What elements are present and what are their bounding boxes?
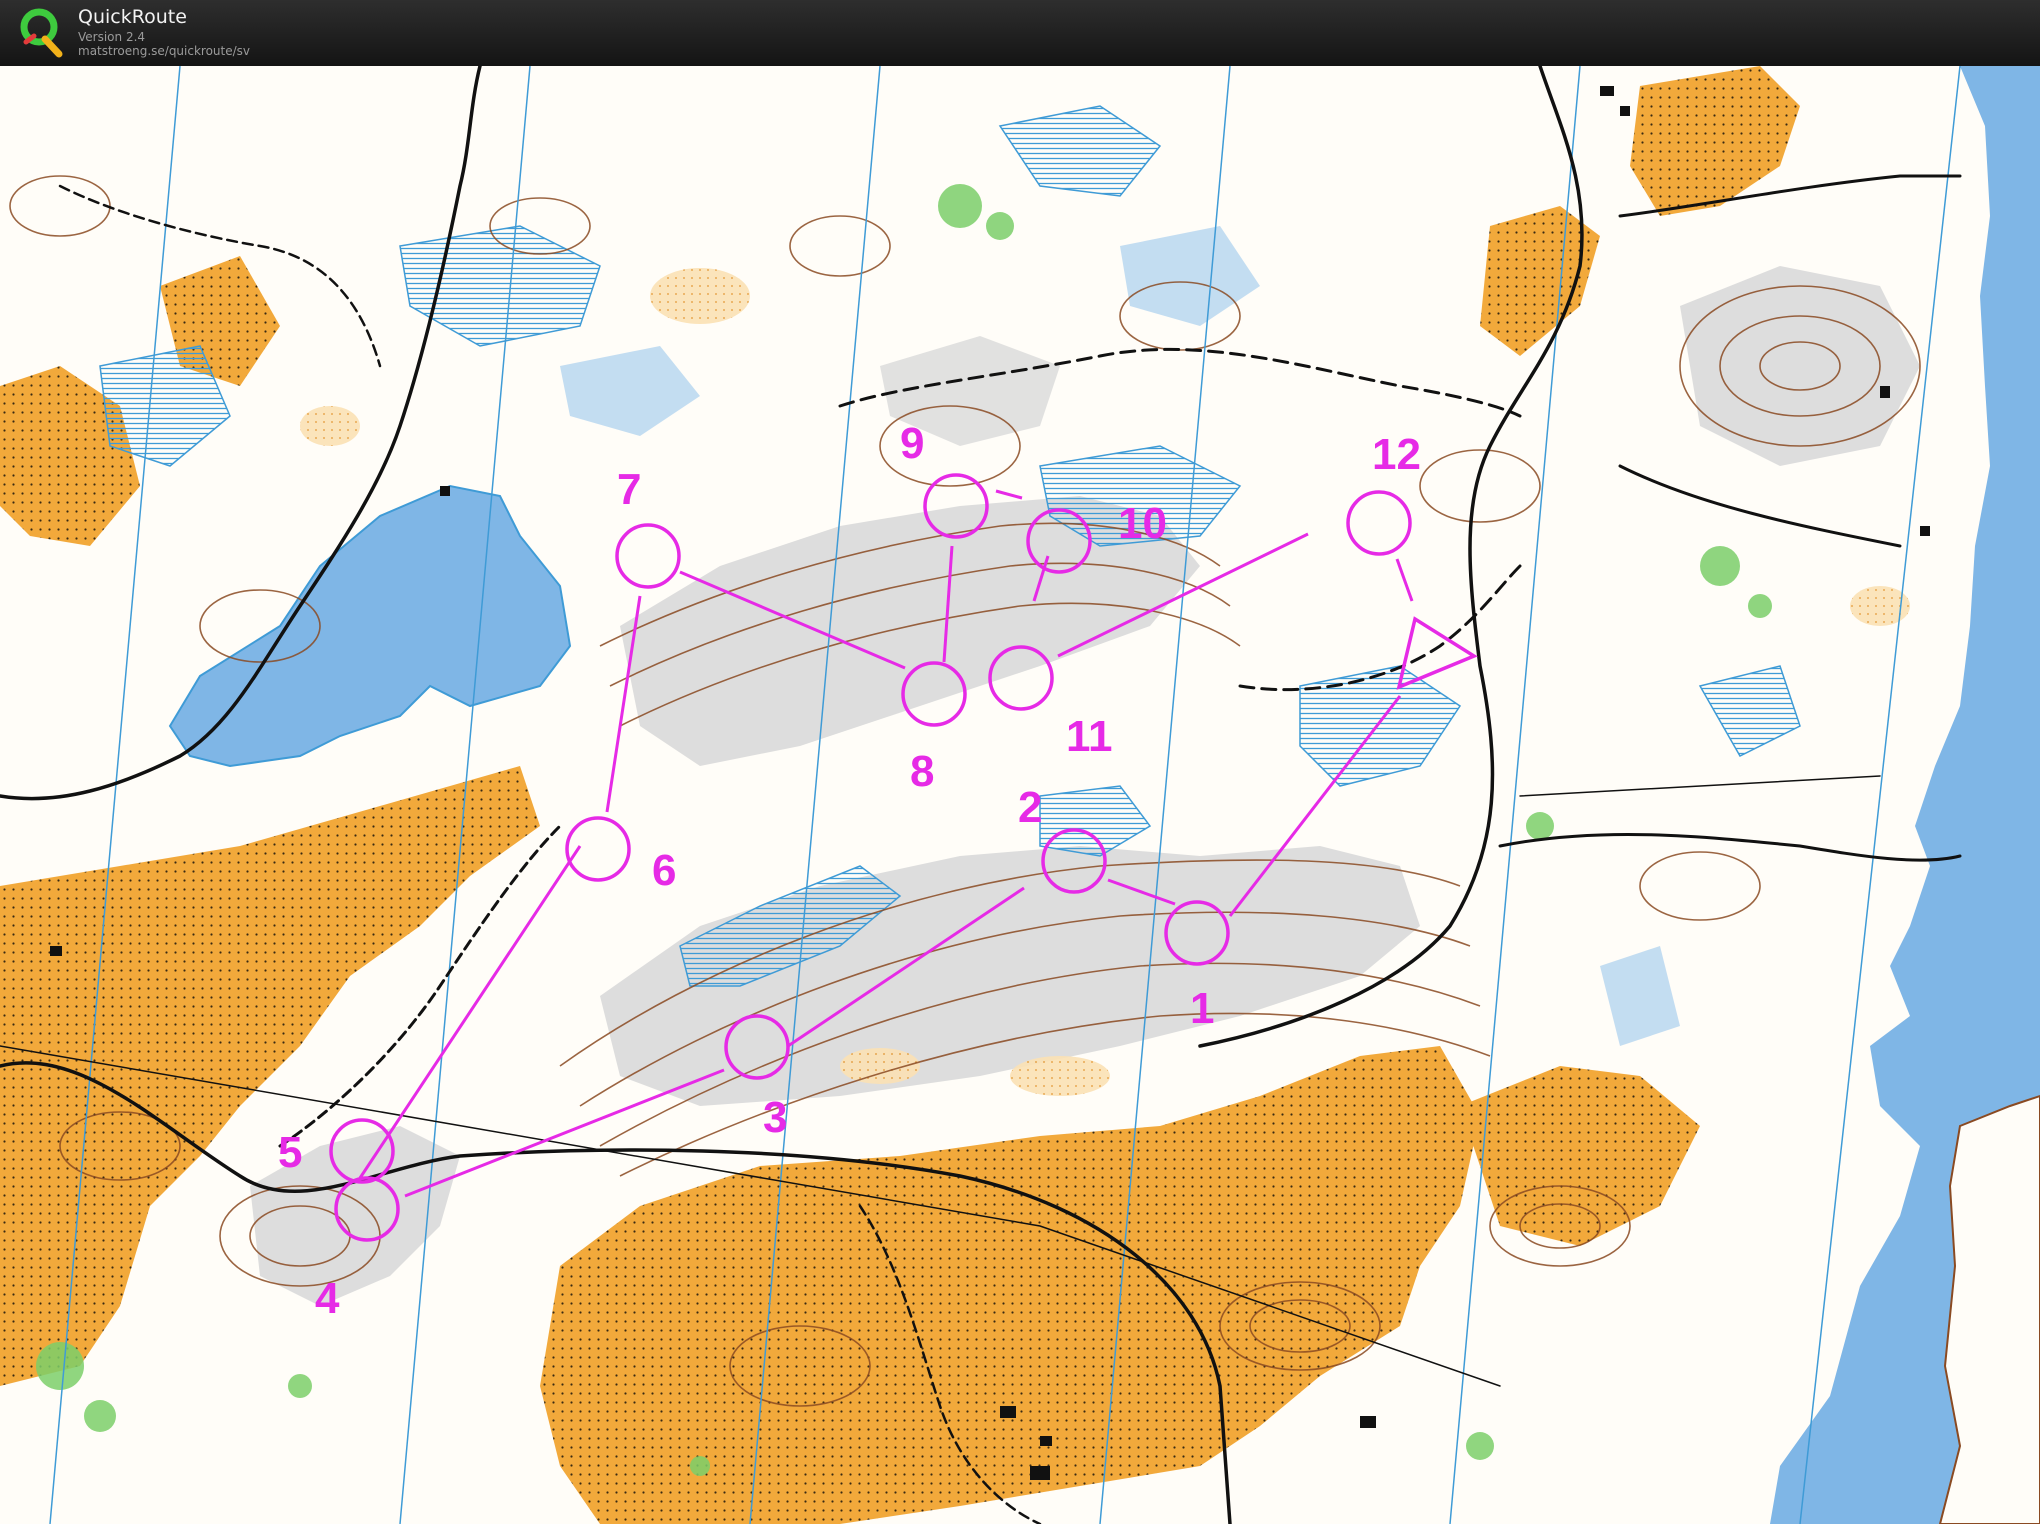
app-url: matstroeng.se/quickroute/sv: [78, 44, 251, 58]
control-label-10: 10: [1118, 499, 1167, 548]
title-bar: QuickRoute Version 2.4 matstroeng.se/qui…: [0, 0, 2040, 67]
control-label-7: 7: [617, 465, 641, 514]
app-title: QuickRoute: [78, 6, 187, 28]
control-label-4: 4: [315, 1274, 340, 1323]
control-label-6: 6: [652, 846, 676, 895]
app-version: Version 2.4: [78, 30, 146, 44]
control-label-1: 1: [1190, 984, 1214, 1033]
control-label-3: 3: [763, 1093, 787, 1142]
control-label-9: 9: [900, 419, 924, 468]
control-label-5: 5: [278, 1128, 302, 1177]
map-canvas[interactable]: 1 2 3 4 5 6 7 8 9 10 11 12: [0, 66, 2040, 1524]
control-label-12: 12: [1372, 430, 1421, 479]
control-label-11: 11: [1066, 712, 1113, 761]
quickroute-q-logo-icon: [20, 8, 63, 58]
control-label-2: 2: [1018, 783, 1042, 832]
orienteering-map[interactable]: 1 2 3 4 5 6 7 8 9 10 11 12: [0, 66, 2040, 1524]
control-label-8: 8: [910, 747, 934, 796]
